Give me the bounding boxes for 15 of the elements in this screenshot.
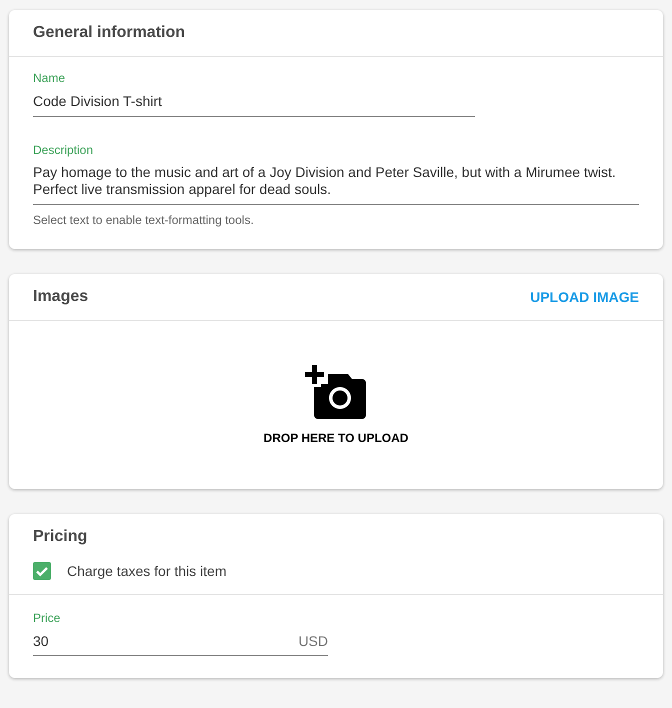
field-label: Price: [33, 611, 62, 625]
currency-label: USD: [298, 633, 328, 649]
helper-text: Select text to enable text-formatting tools.: [33, 213, 255, 227]
checkbox-label: Charge taxes for this item: [67, 563, 227, 579]
card-title: Pricing: [33, 528, 88, 545]
add-photo-icon[interactable]: [305, 365, 367, 421]
card-title: Images: [33, 288, 88, 306]
dropzone-text: DROP HERE TO UPLOAD: [264, 431, 408, 445]
name-field[interactable]: Code Division T-shirt: [33, 85, 475, 117]
card-title: General information: [33, 24, 186, 41]
field-label: Description: [33, 143, 94, 157]
field-label: Name: [33, 71, 66, 85]
description-field[interactable]: Pay homage to the music and art of a Joy Division and Peter Saville, but with a Mirumee twist. Perfect live transmission apparel for dead souls.: [33, 157, 639, 205]
price-field[interactable]: 30: [33, 633, 49, 649]
checkbox[interactable]: [33, 562, 51, 580]
